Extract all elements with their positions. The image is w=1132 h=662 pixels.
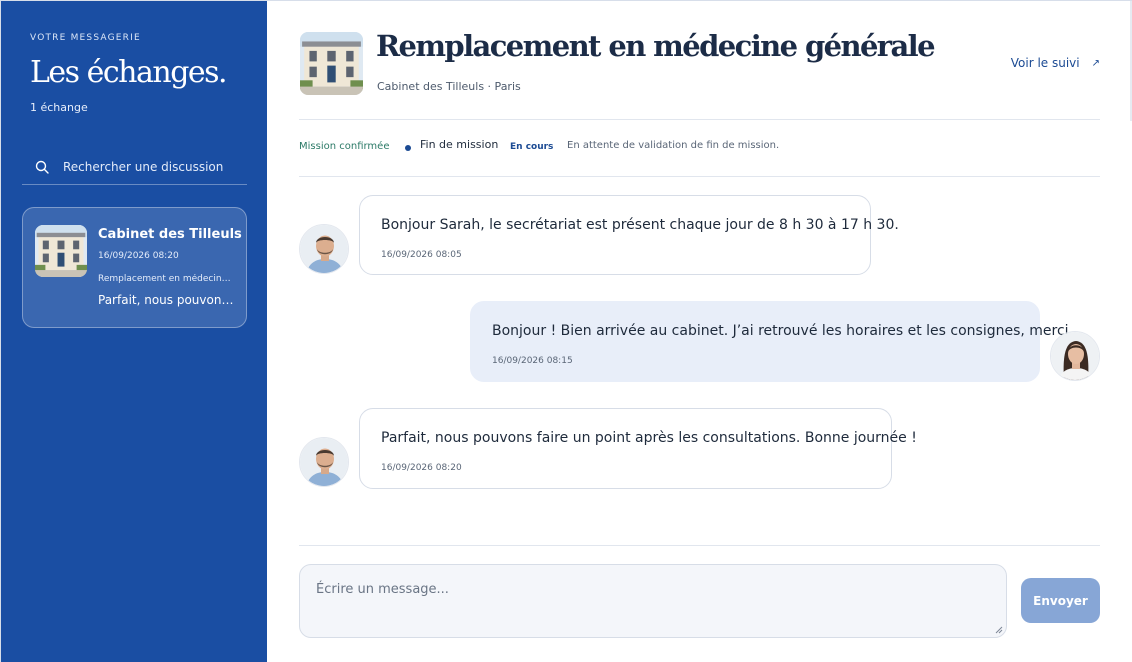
user-avatar	[1050, 331, 1100, 381]
status-divider	[299, 176, 1100, 177]
conversation-count: 1 échange	[30, 101, 88, 114]
message-bubble-own: Bonjour ! Bien arrivée au cabinet. J’ai …	[470, 301, 1073, 382]
sidebar: VOTRE MESSAGERIE Les échanges. 1 échange…	[1, 1, 267, 662]
status-dot-icon	[405, 145, 411, 151]
message-time: 16/09/2026 08:20	[381, 463, 462, 473]
status-badge: En cours	[510, 142, 554, 152]
search-input[interactable]	[63, 159, 247, 174]
conversation-name: Cabinet des Tilleuls	[98, 227, 242, 242]
conversation-mission: Remplacement en médecine générale	[98, 274, 236, 284]
status-step: Fin de mission	[420, 138, 499, 151]
message-composer	[299, 564, 1007, 638]
sidebar-title: Les échanges.	[30, 55, 228, 90]
message-time: 16/09/2026 08:15	[492, 356, 573, 366]
message-text: Parfait, nous pouvons faire un point apr…	[381, 430, 917, 446]
search-box[interactable]	[22, 149, 247, 185]
conversation-panel: Remplacement en médecine générale Cabine…	[267, 1, 1132, 662]
mission-status-bar: Mission confirmée Fin de mission En cour…	[299, 120, 1100, 176]
search-icon	[35, 160, 49, 174]
conversation-last-message: Parfait, nous pouvons faire un point apr…	[98, 293, 236, 307]
page-title: Remplacement en médecine générale	[376, 29, 936, 63]
follow-link-label: Voir le suivi	[1010, 56, 1080, 70]
status-note: En attente de validation de fin de missi…	[567, 140, 780, 151]
message-text: Bonjour Sarah, le secrétariat est présen…	[381, 217, 899, 233]
status-confirmed: Mission confirmée	[299, 141, 390, 152]
conversation-date: 16/09/2026 08:20	[98, 251, 179, 261]
conversation-item[interactable]: Cabinet des Tilleuls 16/09/2026 08:20 Re…	[22, 207, 247, 328]
message-time: 16/09/2026 08:05	[381, 250, 462, 260]
external-link-icon: ↗	[1091, 57, 1100, 69]
cabinet-thumbnail	[35, 225, 87, 277]
send-button[interactable]: Envoyer	[1021, 578, 1100, 623]
resize-grip-icon[interactable]	[995, 626, 1003, 634]
sidebar-eyebrow: VOTRE MESSAGERIE	[30, 33, 141, 43]
cabinet-avatar	[299, 224, 349, 274]
message-bubble: Parfait, nous pouvons faire un point apr…	[359, 408, 917, 489]
message-text: Bonjour ! Bien arrivée au cabinet. J’ai …	[492, 323, 1074, 339]
follow-link[interactable]: Voir le suivi ↗	[1011, 56, 1100, 70]
message-bubble: Bonjour Sarah, le secrétariat est présen…	[359, 195, 899, 275]
cabinet-avatar	[299, 437, 349, 487]
page-subtitle: Cabinet des Tilleuls · Paris	[377, 80, 521, 93]
message-input[interactable]	[300, 565, 1006, 637]
composer-divider	[299, 545, 1100, 546]
header-thumbnail	[300, 32, 363, 95]
messaging-app: VOTRE MESSAGERIE Les échanges. 1 échange…	[0, 0, 1132, 662]
